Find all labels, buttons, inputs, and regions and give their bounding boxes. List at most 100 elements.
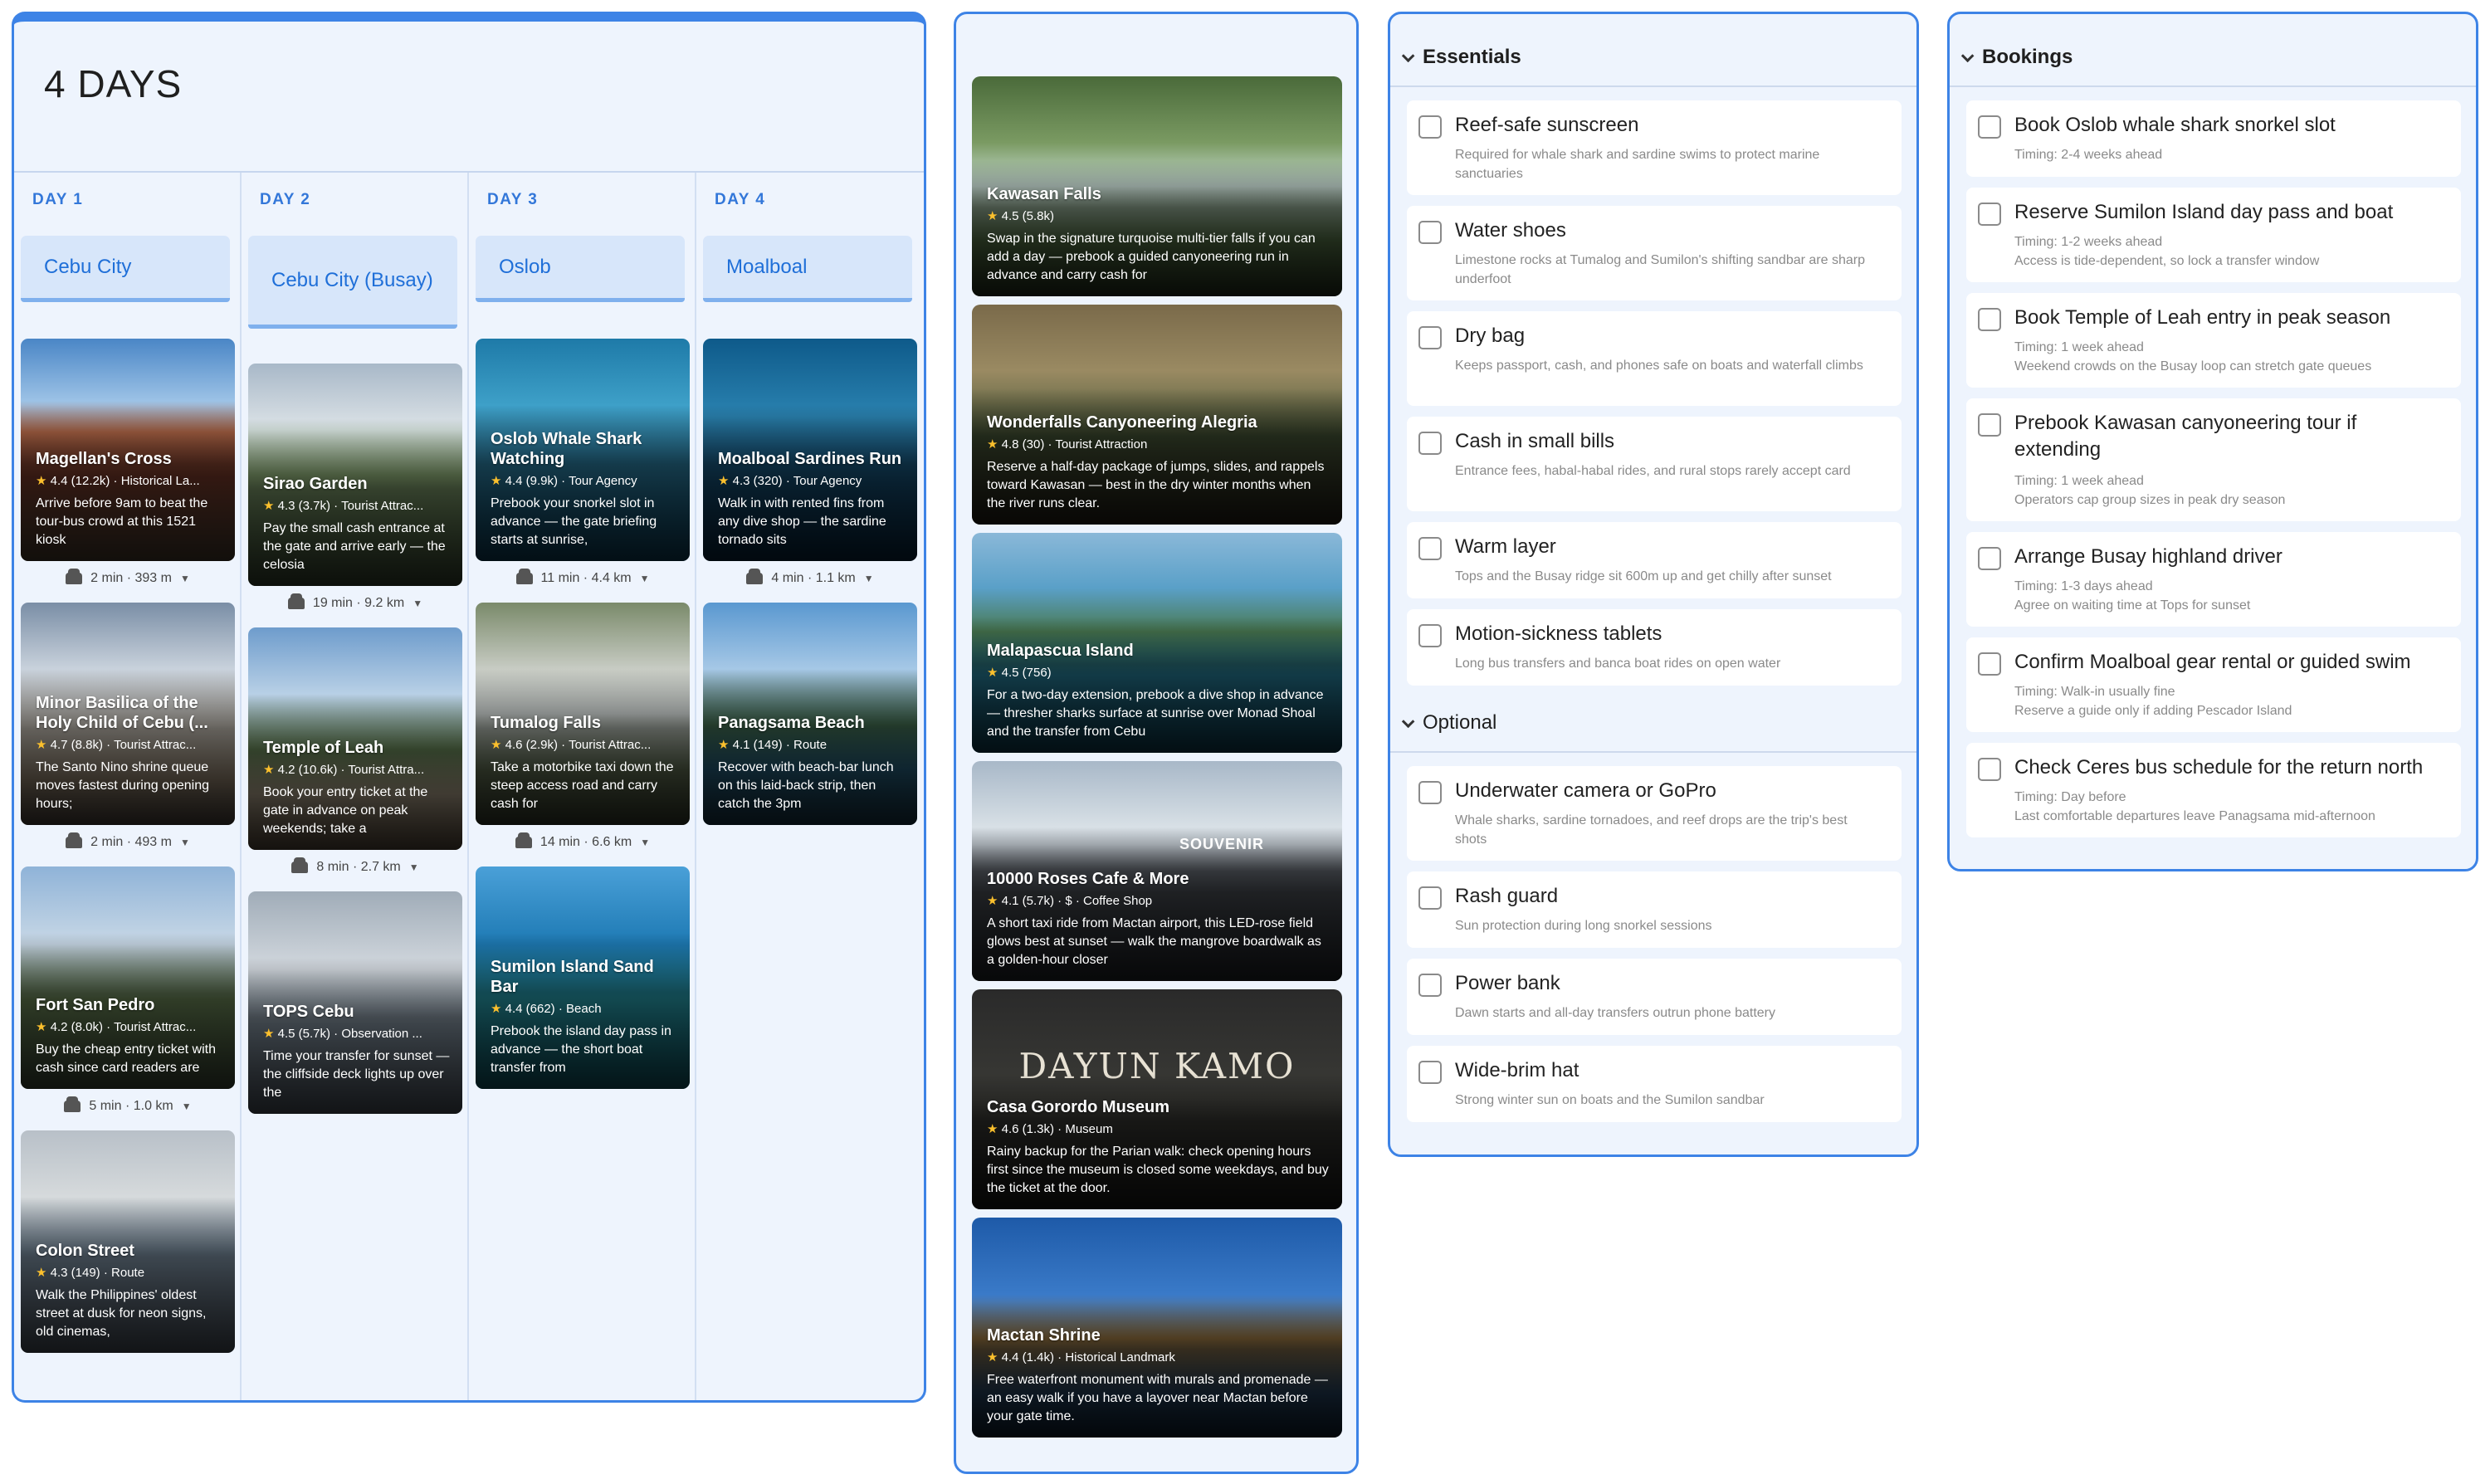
checkbox[interactable] — [1418, 221, 1442, 244]
checkbox[interactable] — [1978, 203, 2001, 226]
checkbox[interactable] — [1978, 308, 2001, 331]
star-icon: ★ — [36, 1266, 47, 1280]
travel-time[interactable]: 4 min · 1.1 km ▼ — [703, 569, 917, 586]
caret-down-icon: ▼ — [408, 862, 419, 873]
category: Museum — [1065, 1122, 1113, 1136]
suggestion-card-casa-gorordo[interactable]: DAYUN KAMO Casa Gorordo Museum ★ 4.6 (1.… — [972, 989, 1342, 1209]
suggestion-card-mactan-shrine[interactable]: Mactan Shrine ★ 4.4 (1.4k) · Historical … — [972, 1218, 1342, 1438]
travel-time[interactable]: 14 min · 6.6 km ▼ — [476, 832, 690, 850]
checkbox[interactable] — [1418, 537, 1442, 560]
booking-item[interactable]: Prebook Kawasan canyoneering tour if ext… — [1966, 398, 2461, 521]
checklist-item[interactable]: Reef-safe sunscreen Required for whale s… — [1407, 100, 1902, 195]
place-card-sirao-garden[interactable]: Sirao Garden ★ 4.3 (3.7k) · Tourist Attr… — [248, 364, 462, 586]
item-title: Cash in small bills — [1455, 430, 1615, 452]
place-desc: Walk the Philippines' oldest street at d… — [36, 1288, 207, 1339]
checklist-item[interactable]: Cash in small bills Entrance fees, habal… — [1407, 417, 1902, 511]
item-subtitle: Required for whale shark and sardine swi… — [1455, 148, 1820, 181]
checkbox[interactable] — [1978, 652, 2001, 676]
category: Tour Agency — [569, 474, 637, 488]
place-card-oslob-whale-shark[interactable]: Oslob Whale Shark Watching ★ 4.4 (9.9k) … — [476, 339, 690, 561]
checkbox[interactable] — [1418, 326, 1442, 349]
place-card-tops-cebu[interactable]: TOPS Cebu ★ 4.5 (5.7k) · Observation ...… — [248, 891, 462, 1114]
checkbox[interactable] — [1978, 413, 2001, 437]
booking-item[interactable]: Check Ceres bus schedule for the return … — [1966, 743, 2461, 837]
suggestion-card-10000-roses[interactable]: SOUVENIR 10000 Roses Cafe & More ★ 4.1 (… — [972, 761, 1342, 981]
suggestion-card-malapascua[interactable]: Malapascua Island ★ 4.5 (756) For a two-… — [972, 533, 1342, 753]
city-button-cebu-city[interactable]: Cebu City — [21, 236, 230, 302]
review-count: (5.7k) — [1022, 894, 1054, 908]
day-label: DAY 1 — [32, 191, 84, 208]
place-card-colon-street[interactable]: Colon Street ★ 4.3 (149) · Route Walk th… — [21, 1130, 235, 1353]
place-name: Malapascua Island — [987, 642, 1134, 660]
bookings-header[interactable]: Bookings — [1960, 46, 2073, 69]
city-button-oslob[interactable]: Oslob — [476, 236, 685, 302]
checkbox[interactable] — [1418, 1061, 1442, 1084]
checklist-item[interactable]: Wide-brim hat Strong winter sun on boats… — [1407, 1046, 1902, 1122]
essentials-header[interactable]: Essentials — [1401, 46, 1521, 69]
review-count: (320) — [753, 474, 783, 488]
rating: 4.3 — [732, 474, 750, 488]
city-button-cebu-city-busay[interactable]: Cebu City (Busay) — [248, 236, 457, 329]
star-icon: ★ — [491, 738, 502, 752]
suggestion-card-wonderfalls[interactable]: Wonderfalls Canyoneering Alegria ★ 4.8 (… — [972, 305, 1342, 525]
star-icon: ★ — [36, 738, 47, 752]
checklist-item[interactable]: Dry bag Keeps passport, cash, and phones… — [1407, 311, 1902, 406]
place-card-sardines-run[interactable]: Moalboal Sardines Run ★ 4.3 (320) · Tour… — [703, 339, 917, 561]
place-card-magellans-cross[interactable]: Magellan's Cross ★ 4.4 (12.2k) · Histori… — [21, 339, 235, 561]
itinerary-title: 4 DAYS — [44, 62, 183, 105]
star-icon: ★ — [263, 499, 275, 513]
car-icon — [515, 569, 533, 584]
booking-item[interactable]: Confirm Moalboal gear rental or guided s… — [1966, 637, 2461, 732]
day-column-3: DAY 3 Oslob Oslob Whale Shark Watching ★… — [469, 173, 696, 1400]
place-card-sumilon-sandbar[interactable]: Sumilon Island Sand Bar ★ 4.4 (662) · Be… — [476, 866, 690, 1089]
travel-time[interactable]: 5 min · 1.0 km ▼ — [21, 1096, 235, 1114]
travel-text: 14 min · 6.6 km — [540, 835, 632, 849]
place-card-basilica[interactable]: Minor Basilica of the Holy Child of Cebu… — [21, 603, 235, 825]
checkbox[interactable] — [1418, 624, 1442, 647]
optional-header[interactable]: Optional — [1401, 711, 1496, 735]
checkbox[interactable] — [1418, 886, 1442, 910]
checkbox[interactable] — [1978, 115, 2001, 139]
checklist-item[interactable]: Rash guard Sun protection during long sn… — [1407, 871, 1902, 948]
place-desc: Time your transfer for sunset — the clif… — [263, 1049, 450, 1100]
rating: 4.5 — [1001, 666, 1019, 680]
checklist-item[interactable]: Power bank Dawn starts and all-day trans… — [1407, 959, 1902, 1035]
item-title: Underwater camera or GoPro — [1455, 779, 1716, 802]
place-name: Temple of Leah — [263, 739, 384, 757]
star-icon: ★ — [491, 474, 502, 488]
travel-time[interactable]: 8 min · 2.7 km ▼ — [248, 857, 462, 875]
place-card-temple-of-leah[interactable]: Temple of Leah ★ 4.2 (10.6k) · Tourist A… — [248, 627, 462, 850]
checkbox[interactable] — [1418, 781, 1442, 804]
booking-item[interactable]: Book Temple of Leah entry in peak season… — [1966, 293, 2461, 388]
checkbox[interactable] — [1418, 115, 1442, 139]
checklist-item[interactable]: Water shoes Limestone rocks at Tumalog a… — [1407, 206, 1902, 300]
rating: 4.6 — [505, 738, 523, 752]
travel-time[interactable]: 2 min · 493 m ▼ — [21, 832, 235, 850]
checklist-item[interactable]: Warm layer Tops and the Busay ridge sit … — [1407, 522, 1902, 598]
booking-item[interactable]: Reserve Sumilon Island day pass and boat… — [1966, 188, 2461, 282]
checklist-item[interactable]: Underwater camera or GoPro Whale sharks,… — [1407, 766, 1902, 861]
checkbox[interactable] — [1978, 758, 2001, 781]
checkbox[interactable] — [1978, 547, 2001, 570]
place-card-tumalog-falls[interactable]: Tumalog Falls ★ 4.6 (2.9k) · Tourist Att… — [476, 603, 690, 825]
checkbox[interactable] — [1418, 432, 1442, 455]
travel-time[interactable]: 19 min · 9.2 km ▼ — [248, 593, 462, 611]
city-button-moalboal[interactable]: Moalboal — [703, 236, 912, 302]
review-count: (5.7k) — [298, 1027, 330, 1041]
place-desc: Rainy backup for the Parian walk: check … — [987, 1145, 1329, 1195]
rating: 4.7 — [50, 738, 68, 752]
booking-item[interactable]: Arrange Busay highland driver Timing: 1-… — [1966, 532, 2461, 627]
booking-item[interactable]: Book Oslob whale shark snorkel slot Timi… — [1966, 100, 2461, 177]
divider — [1390, 85, 1916, 87]
checkbox[interactable] — [1418, 974, 1442, 997]
category: Tourist Attraction — [1055, 437, 1148, 452]
checklist-item[interactable]: Motion-sickness tablets Long bus transfe… — [1407, 609, 1902, 686]
place-card-panagsama-beach[interactable]: Panagsama Beach ★ 4.1 (149) · Route Reco… — [703, 603, 917, 825]
travel-time[interactable]: 2 min · 393 m ▼ — [21, 569, 235, 586]
place-card-fort-san-pedro[interactable]: Fort San Pedro ★ 4.2 (8.0k) · Tourist At… — [21, 866, 235, 1089]
rating: 4.1 — [732, 738, 750, 752]
suggestion-card-kawasan-falls[interactable]: Kawasan Falls ★ 4.5 (5.8k) Swap in the s… — [972, 76, 1342, 296]
review-count: (662) — [525, 1002, 555, 1016]
travel-time[interactable]: 11 min · 4.4 km ▼ — [476, 569, 690, 586]
place-desc: Book your entry ticket at the gate in ad… — [263, 785, 428, 836]
